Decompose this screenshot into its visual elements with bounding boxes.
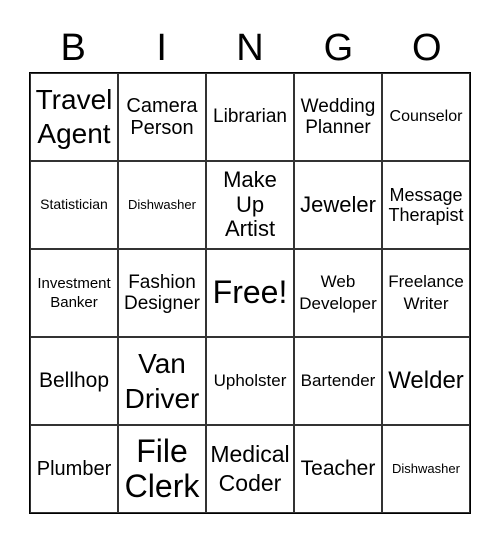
bingo-header: B I N G O <box>29 26 471 70</box>
header-letter-g: G <box>323 27 354 69</box>
bingo-cell[interactable]: Travel Agent <box>30 73 118 161</box>
bingo-cell[interactable]: Freelance Writer <box>382 249 470 337</box>
bingo-cell[interactable]: Van Driver <box>118 337 206 425</box>
bingo-cell[interactable]: Welder <box>382 337 470 425</box>
bingo-cell[interactable]: Dishwasher <box>382 425 470 513</box>
bingo-cell[interactable]: Counselor <box>382 73 470 161</box>
bingo-cell[interactable]: Web Developer <box>294 249 382 337</box>
bingo-cell[interactable]: Librarian <box>206 73 294 161</box>
bingo-cell[interactable]: Wedding Planner <box>294 73 382 161</box>
bingo-cell[interactable]: Medical Coder <box>206 425 294 513</box>
bingo-cell[interactable]: Bartender <box>294 337 382 425</box>
bingo-grid: Travel Agent Camera Person Librarian Wed… <box>29 72 471 514</box>
bingo-cell[interactable]: Camera Person <box>118 73 206 161</box>
bingo-cell[interactable]: Upholster <box>206 337 294 425</box>
bingo-cell[interactable]: File Clerk <box>118 425 206 513</box>
bingo-cell[interactable]: Statistician <box>30 161 118 249</box>
bingo-cell[interactable]: Teacher <box>294 425 382 513</box>
bingo-cell[interactable]: Message Therapist <box>382 161 470 249</box>
bingo-cell-free[interactable]: Free! <box>206 249 294 337</box>
bingo-cell[interactable]: Make Up Artist <box>206 161 294 249</box>
bingo-cell[interactable]: Dishwasher <box>118 161 206 249</box>
header-letter-b: B <box>60 27 86 69</box>
header-letter-n: N <box>236 27 264 69</box>
bingo-cell[interactable]: Jeweler <box>294 161 382 249</box>
header-letter-o: O <box>412 27 442 69</box>
header-letter-i: I <box>156 27 167 69</box>
bingo-cell[interactable]: Fashion Designer <box>118 249 206 337</box>
bingo-cell[interactable]: Investment Banker <box>30 249 118 337</box>
bingo-cell[interactable]: Bellhop <box>30 337 118 425</box>
bingo-cell[interactable]: Plumber <box>30 425 118 513</box>
